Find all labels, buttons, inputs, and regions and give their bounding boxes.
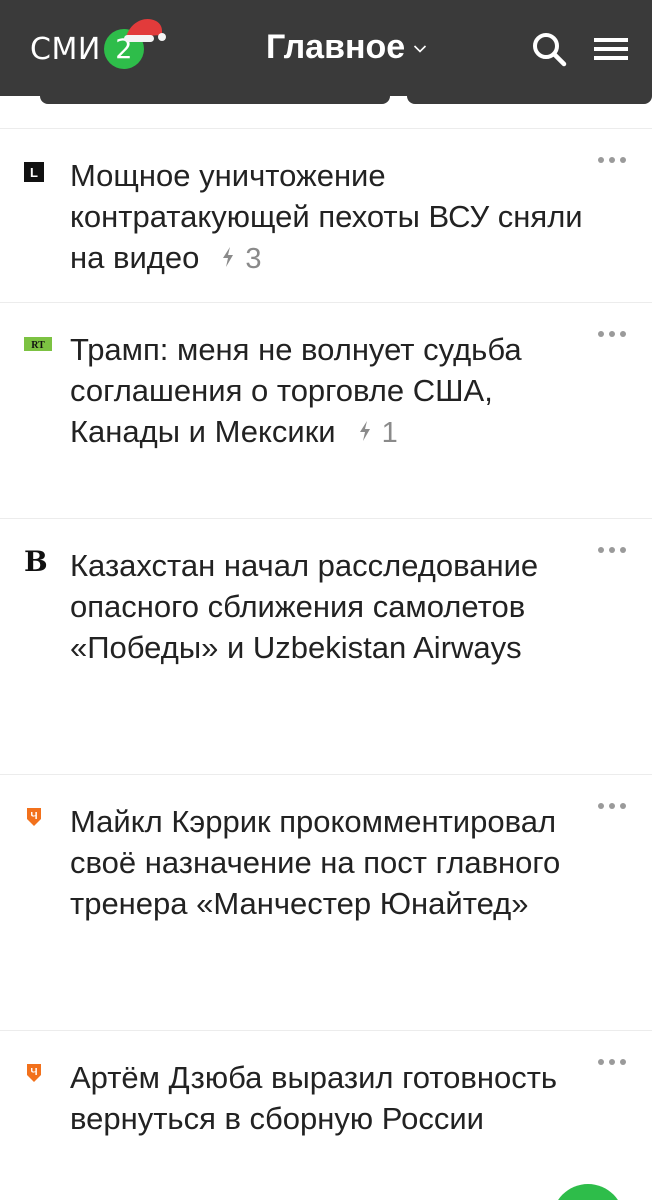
svg-text:RT: RT	[31, 340, 45, 351]
news-item[interactable]: B Казахстан начал расследование опасного…	[0, 518, 652, 774]
news-feed: L Мощное уничтожение контратакующей пехо…	[0, 128, 652, 1200]
more-dots-icon[interactable]	[598, 1059, 626, 1067]
news-headline[interactable]: Казахстан начал расследование опасного с…	[70, 545, 590, 668]
news-item[interactable]: RT Трамп: меня не волнует судьба соглаше…	[0, 302, 652, 518]
search-icon[interactable]	[530, 30, 568, 68]
more-dots-icon[interactable]	[598, 157, 626, 165]
headline-text: Артём Дзюба выразил готовность вернуться…	[70, 1060, 558, 1136]
more-dots-icon[interactable]	[598, 331, 626, 339]
news-headline[interactable]: Артём Дзюба выразил готовность вернуться…	[70, 1057, 590, 1139]
hamburger-menu-icon[interactable]	[594, 36, 628, 62]
comment-counter: 1	[336, 417, 398, 449]
svg-text:Ч: Ч	[30, 811, 37, 822]
lightning-icon	[359, 421, 370, 442]
tab-strip-right	[407, 82, 652, 104]
headline-text: Казахстан начал расследование опасного с…	[70, 548, 539, 665]
page-title: Главное	[266, 28, 406, 66]
news-headline[interactable]: Мощное уничтожение контратакующей пехоты…	[70, 155, 590, 280]
news-item[interactable]: Ч Майкл Кэррик прокомментировал своё наз…	[0, 774, 652, 1030]
headline-text: Майкл Кэррик прокомментировал своё назна…	[70, 804, 561, 921]
source-l-icon: L	[24, 162, 44, 182]
headline-text: Трамп: меня не волнует судьба соглашения…	[70, 332, 522, 449]
more-dots-icon[interactable]	[598, 803, 626, 811]
headline-text: Мощное уничтожение контратакующей пехоты…	[70, 158, 583, 275]
news-headline[interactable]: Трамп: меня не волнует судьба соглашения…	[70, 329, 590, 454]
news-headline[interactable]: Майкл Кэррик прокомментировал своё назна…	[70, 801, 590, 924]
tab-strip-left	[40, 82, 390, 104]
svg-text:Ч: Ч	[30, 1067, 37, 1078]
svg-text:L: L	[30, 165, 38, 180]
comment-count: 1	[381, 417, 398, 449]
comment-counter: 3	[199, 243, 261, 275]
chevron-down-icon	[414, 44, 427, 53]
news-item[interactable]: Ч Артём Дзюба выразил готовность вернуть…	[0, 1030, 652, 1200]
comment-count: 3	[245, 243, 262, 275]
logo-text: СМИ	[30, 31, 101, 67]
news-item[interactable]: L Мощное уничтожение контратакующей пехо…	[0, 128, 652, 302]
santa-hat-icon	[123, 18, 166, 42]
source-rt-icon: RT	[24, 337, 52, 351]
source-b-icon: B	[24, 545, 48, 578]
section-selector[interactable]: Главное	[266, 28, 427, 67]
source-championat-icon: Ч	[27, 808, 41, 826]
source-championat-icon: Ч	[27, 1064, 41, 1082]
logo-number-badge: 2	[103, 18, 166, 69]
smi2-logo[interactable]: СМИ 2	[30, 18, 166, 72]
more-dots-icon[interactable]	[598, 547, 626, 555]
lightning-icon	[223, 247, 234, 268]
